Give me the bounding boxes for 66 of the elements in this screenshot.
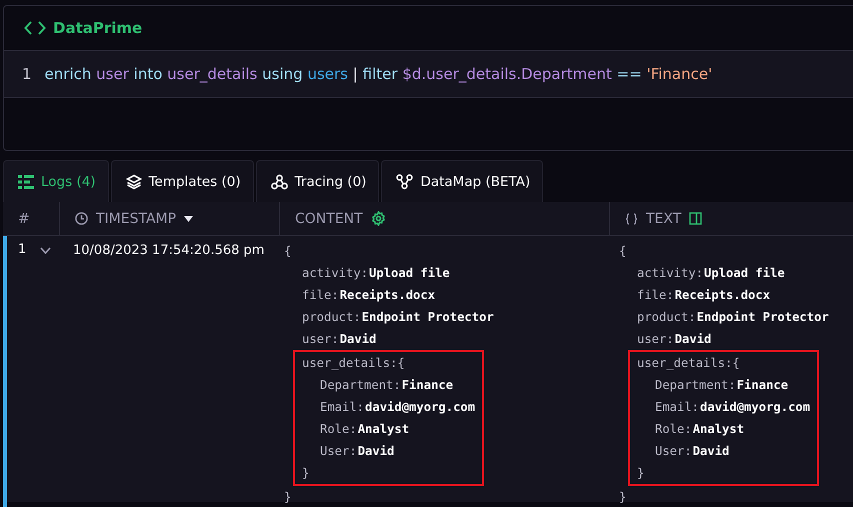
json-value: Upload file [704,265,785,282]
json-key: user_details: [637,352,732,374]
brace: { [284,243,292,260]
json-value: David [358,443,394,460]
settings-icon[interactable] [370,211,386,226]
json-value: Receipts.docx [340,287,436,304]
json-value: David [340,331,376,348]
json-key: user: [637,328,674,350]
json-value: David [674,331,712,348]
column-header[interactable]: TIMESTAMP [60,202,280,236]
editor-title: DataPrime [53,19,142,37]
tab[interactable]: DataMap (BETA) [381,160,544,202]
json-value: Endpoint Protector [696,309,829,326]
json-value: Analyst [358,421,410,438]
json-key: product: [302,306,361,328]
json-value: David [692,443,730,460]
json-key: user_details: [302,352,398,374]
column-header[interactable]: TEXT [610,202,853,236]
sort-caret-icon[interactable] [184,216,194,222]
json-value: david@myorg.com [700,399,810,416]
brace: { [732,355,740,372]
brace: } [284,489,292,506]
json-key: Email: [655,396,700,418]
layers-icon [126,174,142,190]
brace: } [619,489,626,506]
json-key: Role: [655,418,692,440]
json-key: Department: [320,374,401,396]
tab[interactable]: Tracing (0) [256,160,380,202]
braces-icon [625,212,638,224]
chevron-icon[interactable] [40,247,52,254]
json-key: file: [637,284,674,306]
column-header[interactable]: # [3,202,60,236]
brace: } [637,465,644,482]
json-value: Upload file [369,265,450,282]
json-value: Finance [736,377,788,394]
row-number: 1 [18,242,26,257]
json-value: Receipts.docx [674,287,770,304]
clock-icon [75,212,88,225]
json-key: product: [637,306,696,328]
tab[interactable]: Templates (0) [110,160,254,202]
code-icon [24,21,46,35]
json-value: david@myorg.com [365,399,476,416]
list-icon [18,174,34,188]
brace: { [619,243,626,260]
json-key: file: [302,284,339,306]
brace: } [302,465,310,482]
columns-icon[interactable] [689,212,702,225]
json-key: User: [320,440,357,462]
query-code[interactable]: enrich user into user_details using users | filter $d.user_details.Department == 'Finance' [44,65,712,83]
json-key: activity: [302,262,368,284]
circles-icon [396,174,414,190]
json-key: user: [302,328,339,350]
json-key: activity: [637,262,704,284]
nodes-icon [270,174,288,190]
json-key: Role: [320,418,357,440]
json-key: User: [655,440,692,462]
json-key: Email: [320,396,364,418]
json-value: Finance [402,377,454,394]
json-key: Department: [655,374,736,396]
tab[interactable]: Logs (4) [3,160,109,202]
column-header[interactable]: CONTENT [280,202,610,236]
json-value: Endpoint Protector [362,309,494,326]
json-value: Analyst [692,421,744,438]
timestamp: 10/08/2023 17:54:20.568 pm [73,243,264,258]
line-number: 1 [22,65,32,83]
brace: { [397,355,405,372]
